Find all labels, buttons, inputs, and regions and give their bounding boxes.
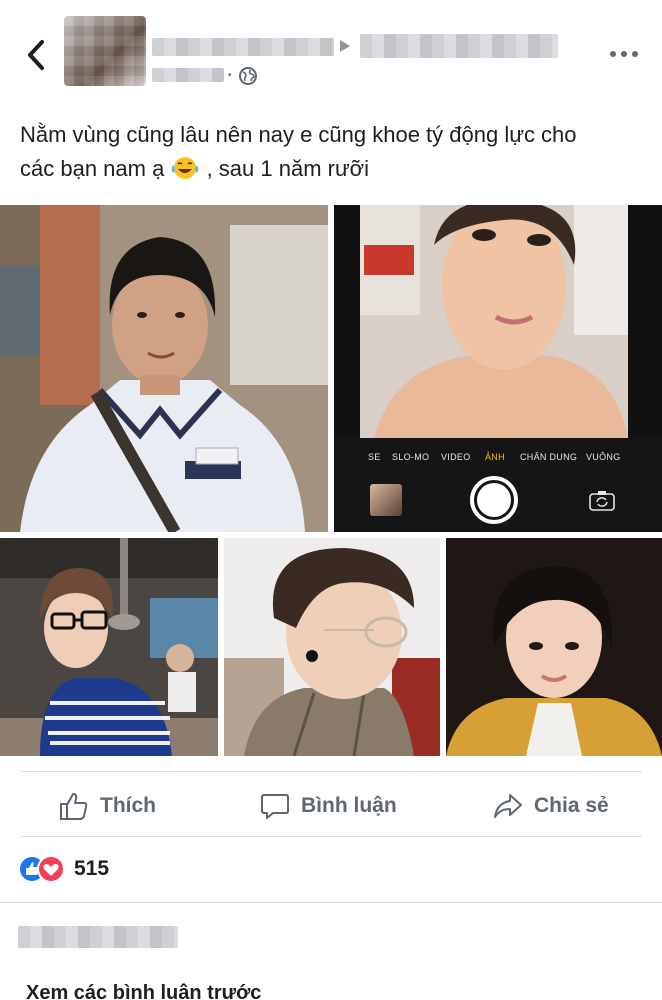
avatar[interactable] bbox=[64, 16, 146, 86]
camera-controls: SE SLO-MO VIDEO ẢNH CHÂN DUNG VUÔNG bbox=[334, 438, 662, 532]
flip-camera-icon[interactable] bbox=[588, 490, 616, 512]
camera-mode-photo[interactable]: ẢNH bbox=[485, 452, 505, 462]
back-button[interactable] bbox=[22, 38, 52, 72]
post-text-line-1: Nằm vùng cũng lâu nên nay e cũng khoe tý… bbox=[20, 122, 577, 147]
author-name-blurred[interactable] bbox=[152, 38, 334, 56]
comment-bubble-icon bbox=[261, 794, 289, 819]
post-header: • bbox=[0, 0, 662, 105]
comment-author-blurred[interactable] bbox=[18, 926, 178, 948]
share-label: Chia sẻ bbox=[534, 794, 609, 817]
chevron-left-icon bbox=[28, 40, 44, 70]
divider-bottom bbox=[20, 836, 642, 837]
photo-camera-selfie[interactable]: SE SLO-MO VIDEO ẢNH CHÂN DUNG VUÔNG bbox=[334, 205, 662, 532]
post-text-part-a: các bạn nam ạ bbox=[20, 156, 165, 181]
camera-thumbnail[interactable] bbox=[370, 484, 402, 516]
share-arrow-icon bbox=[494, 794, 522, 818]
share-button[interactable]: Chia sẻ bbox=[492, 776, 609, 836]
view-previous-comments-link[interactable]: Xem các bình luận trước bbox=[26, 982, 261, 1000]
photo-before[interactable] bbox=[0, 205, 328, 532]
photo-restaurant[interactable] bbox=[0, 538, 218, 756]
thumbs-up-icon bbox=[60, 793, 88, 820]
divider-top bbox=[20, 771, 642, 772]
timestamp-blurred[interactable] bbox=[152, 68, 224, 82]
reaction-count: 515 bbox=[74, 857, 110, 880]
side-profile-illustration bbox=[224, 538, 440, 756]
before-photo-illustration bbox=[0, 205, 328, 532]
camera-mode-portrait[interactable]: CHÂN DUNG bbox=[520, 452, 577, 462]
share-arrow-icon bbox=[338, 39, 352, 53]
camera-mode-slo-mo[interactable]: SLO-MO bbox=[392, 452, 429, 462]
meta-separator: • bbox=[228, 70, 232, 81]
like-label: Thích bbox=[100, 794, 156, 817]
camera-mode-se[interactable]: SE bbox=[368, 452, 381, 462]
camera-mode-square[interactable]: VUÔNG bbox=[586, 452, 621, 462]
camera-mode-strip: SE SLO-MO VIDEO ẢNH CHÂN DUNG VUÔNG bbox=[334, 452, 662, 466]
photo-side-profile[interactable] bbox=[224, 538, 440, 756]
restaurant-photo-illustration bbox=[0, 538, 218, 756]
post-text-part-b: , sau 1 năm rưỡi bbox=[206, 156, 369, 181]
camera-mode-video[interactable]: VIDEO bbox=[441, 452, 471, 462]
action-bar: Thích Bình luận Chia sẻ bbox=[0, 776, 662, 836]
comment-label: Bình luận bbox=[301, 794, 397, 817]
comments-separator bbox=[0, 902, 662, 903]
selfie-illustration bbox=[334, 205, 662, 438]
photo-portrait[interactable] bbox=[446, 538, 662, 756]
portrait-illustration bbox=[446, 538, 662, 756]
like-button[interactable]: Thích bbox=[58, 776, 156, 836]
more-options-button[interactable] bbox=[608, 46, 640, 62]
globe-icon bbox=[238, 66, 258, 86]
love-reaction-icon bbox=[37, 855, 65, 883]
tears-of-joy-emoji-icon bbox=[170, 155, 200, 181]
reaction-summary[interactable]: 515 bbox=[18, 852, 109, 886]
post-text-line-2: các bạn nam ạ , sau 1 năm rưỡi bbox=[20, 152, 650, 186]
group-name-blurred[interactable] bbox=[360, 34, 558, 58]
ellipsis-icon bbox=[610, 51, 638, 57]
shutter-button[interactable] bbox=[470, 476, 518, 524]
comment-button[interactable]: Bình luận bbox=[259, 776, 397, 836]
post-text: Nằm vùng cũng lâu nên nay e cũng khoe tý… bbox=[20, 118, 650, 186]
reaction-icons bbox=[18, 855, 65, 883]
